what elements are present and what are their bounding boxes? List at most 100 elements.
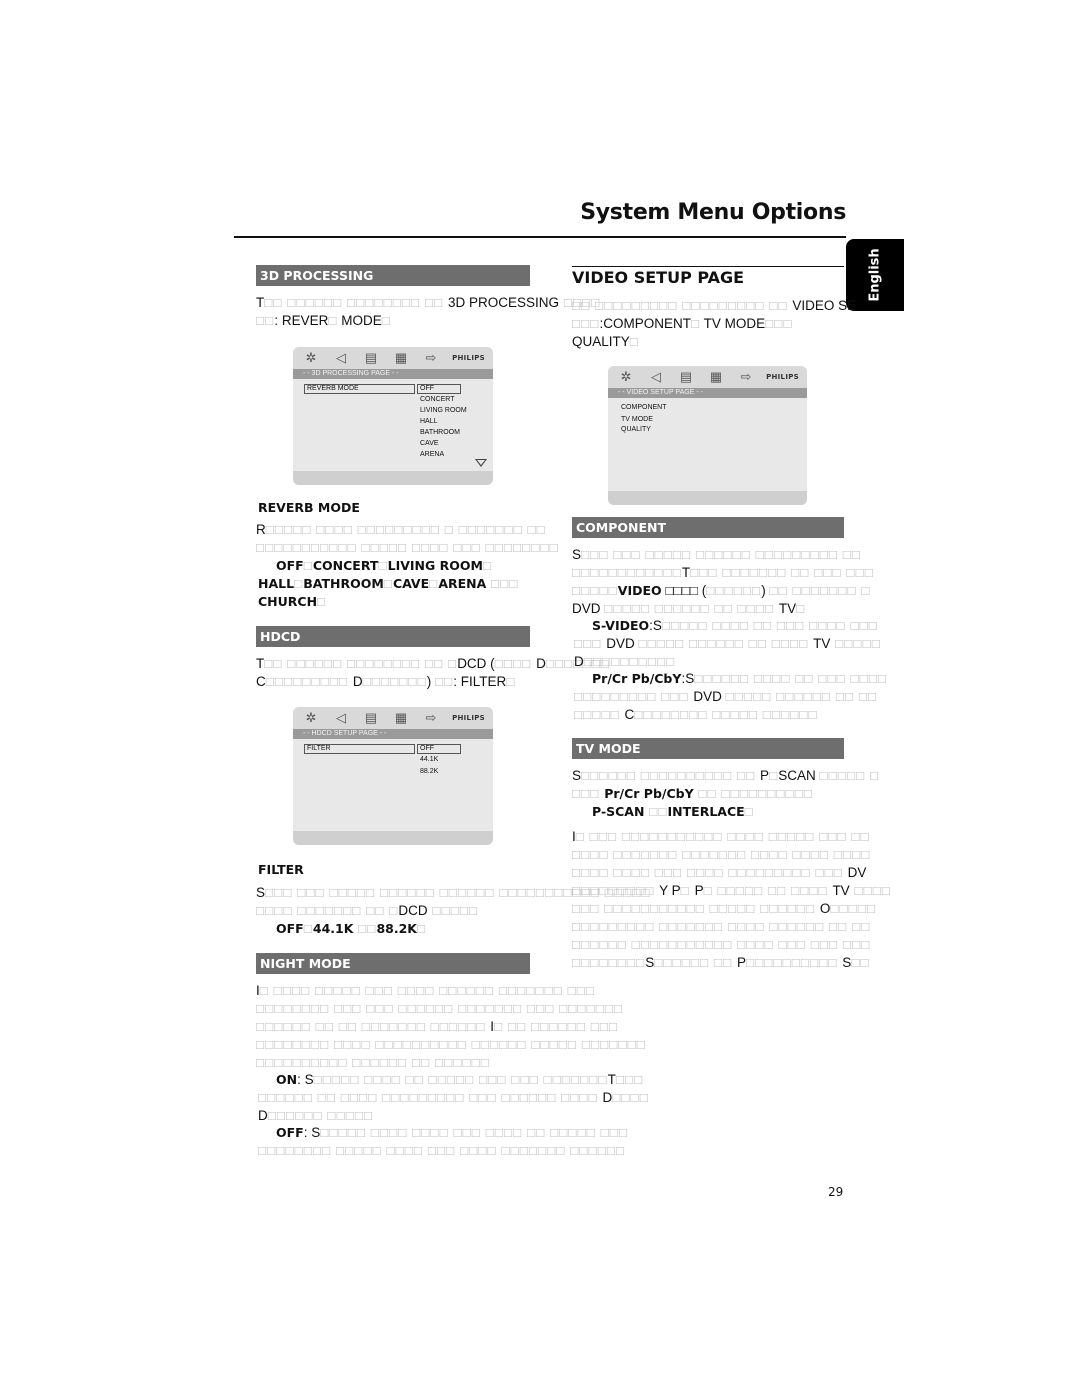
exit-arrow-icon: ⇨ <box>425 710 437 725</box>
text-line: □□□□□□□□S□□□□□□ □□ P□□□□□□□□□□ S□□ <box>572 954 891 972</box>
text: TV <box>832 883 850 898</box>
osd-footer <box>293 471 493 485</box>
glyph-placeholder-text: □□ □□□□□□□ □ <box>769 583 871 598</box>
glyph-placeholder-text: □□ <box>353 921 377 936</box>
glyph-placeholder-text: □ □□□□ □□□□□ □□□ □□□□ □□□□□□ □□□□□□□ □□□ <box>259 983 596 998</box>
text-line: T□□ □□□□□□ □□□□□□□□ □□ 3D PROCESSING □□□… <box>256 294 600 312</box>
brand-logo: PHILIPS <box>452 714 485 722</box>
text: D <box>602 1090 613 1105</box>
text-line: □□□□□□□□ □□□□ □□□□□□□□□□ □□□□□□ □□□□□ □□… <box>256 1036 646 1054</box>
component-svideo: S-VIDEO:S□□□□□ □□□□ □□ □□□ □□□□ □□□ □□□ D… <box>574 617 881 671</box>
osd-item-component[interactable]: COMPONENT <box>621 404 667 411</box>
osd-iconbar: ✲ ◁ ▤ ▦ ⇨ PHILIPS <box>293 707 493 729</box>
text: ) <box>426 674 435 689</box>
text-line: □□□ □□□□□□□□□□□ □□□□□ □□□□□□ O□□□□□ <box>572 900 891 918</box>
text: C <box>256 674 266 689</box>
glyph-placeholder-text: □□ □□□□□□ □□□□□□□□ □□ <box>264 295 449 310</box>
text-line: □□□□□□□□ □□□□□ □□□□ □□□ □□□□ □□□□□□□ □□□… <box>258 1142 628 1160</box>
glyph-placeholder-text: □ <box>506 674 516 689</box>
screen-icon: ▤ <box>364 350 378 365</box>
osd-item-quality[interactable]: QUALITY <box>621 426 651 433</box>
speaker-icon: ◁ <box>651 369 661 384</box>
glyph-placeholder-text: □□□ <box>574 636 607 651</box>
glyph-placeholder-text: □□ □□□□□□□□□ □□□□□□□□□ □□ <box>572 298 793 313</box>
section-bar-hdcd: HDCD <box>256 626 530 647</box>
exit-arrow-icon: ⇨ <box>740 369 752 384</box>
osd-option-selected[interactable]: OFF <box>417 384 461 394</box>
osd-option[interactable]: ARENA <box>420 451 444 458</box>
text-line: I□ □□□□ □□□□□ □□□ □□□□ □□□□□□ □□□□□□□ □□… <box>256 982 646 1000</box>
osd-option[interactable]: CONCERT <box>420 396 454 403</box>
text-line: □□ □□□□□□□□□ □□□□□□□□□ □□ VIDEO SE <box>572 297 856 315</box>
glyph-placeholder-text: □□□ <box>486 576 519 591</box>
osd-item-tv-mode[interactable]: TV MODE <box>621 416 653 423</box>
component-description: S□□□ □□□ □□□□□ □□□□□□ □□□□□□□□□ □□ □□□□□□… <box>572 546 874 618</box>
text-line: □□□□□□□□□ □□□□□□□ □□□□ □□□□□□ □□ □□ <box>572 918 891 936</box>
text: : FILTER <box>453 674 507 689</box>
osd-option[interactable]: HALL <box>420 418 438 425</box>
tv-mode-options: P-SCAN □□INTERLACE□ <box>574 803 754 821</box>
text-line: □□: REVER□ MODE□ <box>256 312 600 330</box>
glyph-placeholder-text: □ <box>744 804 754 819</box>
text-line: □□□□□ C□□□□□□□□ □□□□□ □□□□□□ <box>574 706 887 724</box>
section-bar-3d-processing: 3D PROCESSING <box>256 265 530 286</box>
text: MODE <box>337 313 382 328</box>
text: S <box>256 885 266 900</box>
glyph-placeholder-text: □□□□ <box>494 656 537 671</box>
osd-option-selected[interactable]: OFF <box>417 744 461 754</box>
text: S <box>842 955 852 970</box>
osd-video-setup: ✲ ◁ ▤ ▦ ⇨ PHILIPS - - VIDEO SETUP PAGE -… <box>608 366 807 505</box>
glyph-placeholder-text: □□□□□ □□□□□□ □□ □□□□ <box>638 636 814 651</box>
bold-text: OFF <box>276 1125 304 1140</box>
text-line: □□□□□□ □□□□□□□□□□□ □□□□ □□□ □□□ □□□ <box>572 936 891 954</box>
glyph-placeholder-text: □□□□□□□□ □□□□□ □□□□ □□□ □□□□ □□□□□□□ □□□… <box>258 1143 626 1158</box>
heading-filter: FILTER <box>258 862 304 877</box>
hdcd-intro: T□□ □□□□□□ □□□□□□□□ □□ □DCD (□□□□ D□□□□□… <box>256 655 610 691</box>
glyph-placeholder-text: □□□□□□□□□□ <box>583 654 676 669</box>
glyph-placeholder-text: □□□□□□□□□□ <box>746 955 843 970</box>
osd-option[interactable]: 44.1K <box>420 756 438 763</box>
glyph-placeholder-text: □ <box>796 601 806 616</box>
text: R <box>256 522 266 537</box>
glyph-placeholder-text: □ <box>383 576 393 591</box>
scroll-down-triangle-icon[interactable] <box>475 459 487 467</box>
osd-option[interactable]: 88.2K <box>420 768 438 775</box>
text: O <box>819 901 831 916</box>
glyph-placeholder-text: □□□□□□ □□ □□□□ □□□□□□□□□ □□□ □□□□□□ □□□□ <box>258 1090 603 1105</box>
glyph-placeholder-text: □□□□□ <box>830 636 881 651</box>
brand-logo: PHILIPS <box>766 373 799 381</box>
glyph-placeholder-text: □□□□ □□□□□□□ □□□□□□□ □□□□ □□□□ □□□□ <box>572 847 871 862</box>
night-mode-on: ON: S□□□□□ □□□□ □□ □□□□□ □□□ □□□ □□□□□□□… <box>258 1071 649 1125</box>
osd-option[interactable]: BATHROOM <box>420 429 460 436</box>
glyph-placeholder-text: □□□□ <box>612 1090 649 1105</box>
text: 3D PROCESSING <box>448 295 560 310</box>
grid-icon: ▦ <box>394 350 408 365</box>
text-line: □□□□ □□□□ □□□ □□□□ □□□□□□□□□ □□□ DV <box>572 864 891 882</box>
text-line: □□□□□□□□□□□□T□□□ □□□□□□□ □□ □□□ □□□ <box>572 564 874 582</box>
glyph-placeholder-text: □□□□□ □□□□□□ □□ □□ <box>725 689 878 704</box>
text-line: R□□□□□ □□□□ □□□□□□□□□ □ □□□□□□□ □□ <box>256 521 559 539</box>
text-line: OFF□CONCERT□LIVING ROOM□ <box>258 557 519 575</box>
text-line: D□□□□□□ □□□□□ <box>258 1107 649 1125</box>
text: C <box>624 707 635 722</box>
glyph-placeholder-text: □ <box>317 594 327 609</box>
tv-mode-intro: S□□□□□□ □□□□□□□□□□ □□ P□SCAN □□□□□ □ □□□ … <box>572 767 879 803</box>
glyph-placeholder-text: □□ <box>256 313 275 328</box>
osd-option[interactable]: CAVE <box>420 440 439 447</box>
text-line: OFF: S□□□□□ □□□□ □□□□ □□□ □□□□ □□ □□□□□ … <box>258 1124 628 1142</box>
text: DVD <box>693 689 726 704</box>
glyph-placeholder-text: □ <box>629 334 639 349</box>
osd-option[interactable]: LIVING ROOM <box>420 407 467 414</box>
bold-text: ARENA <box>438 576 487 591</box>
section-bar-tv-mode: TV MODE <box>572 738 844 759</box>
bold-text: ON <box>276 1072 298 1087</box>
text: D <box>258 1108 268 1123</box>
osd-item-reverb-mode[interactable]: REVERB MODE <box>304 384 415 394</box>
osd-title: - - 3D PROCESSING PAGE - - <box>293 369 493 379</box>
page-title: System Menu Options <box>580 200 846 225</box>
osd-item-filter[interactable]: FILTER <box>304 744 415 754</box>
tv-mode-description: I□ □□□ □□□□□□□□□□□ □□□□ □□□□□ □□□ □□ □□□□… <box>572 828 891 972</box>
bold-text: S-VIDEO <box>592 618 650 633</box>
glyph-placeholder-text: □□□□□□□□ <box>572 955 646 970</box>
text: T <box>256 295 265 310</box>
